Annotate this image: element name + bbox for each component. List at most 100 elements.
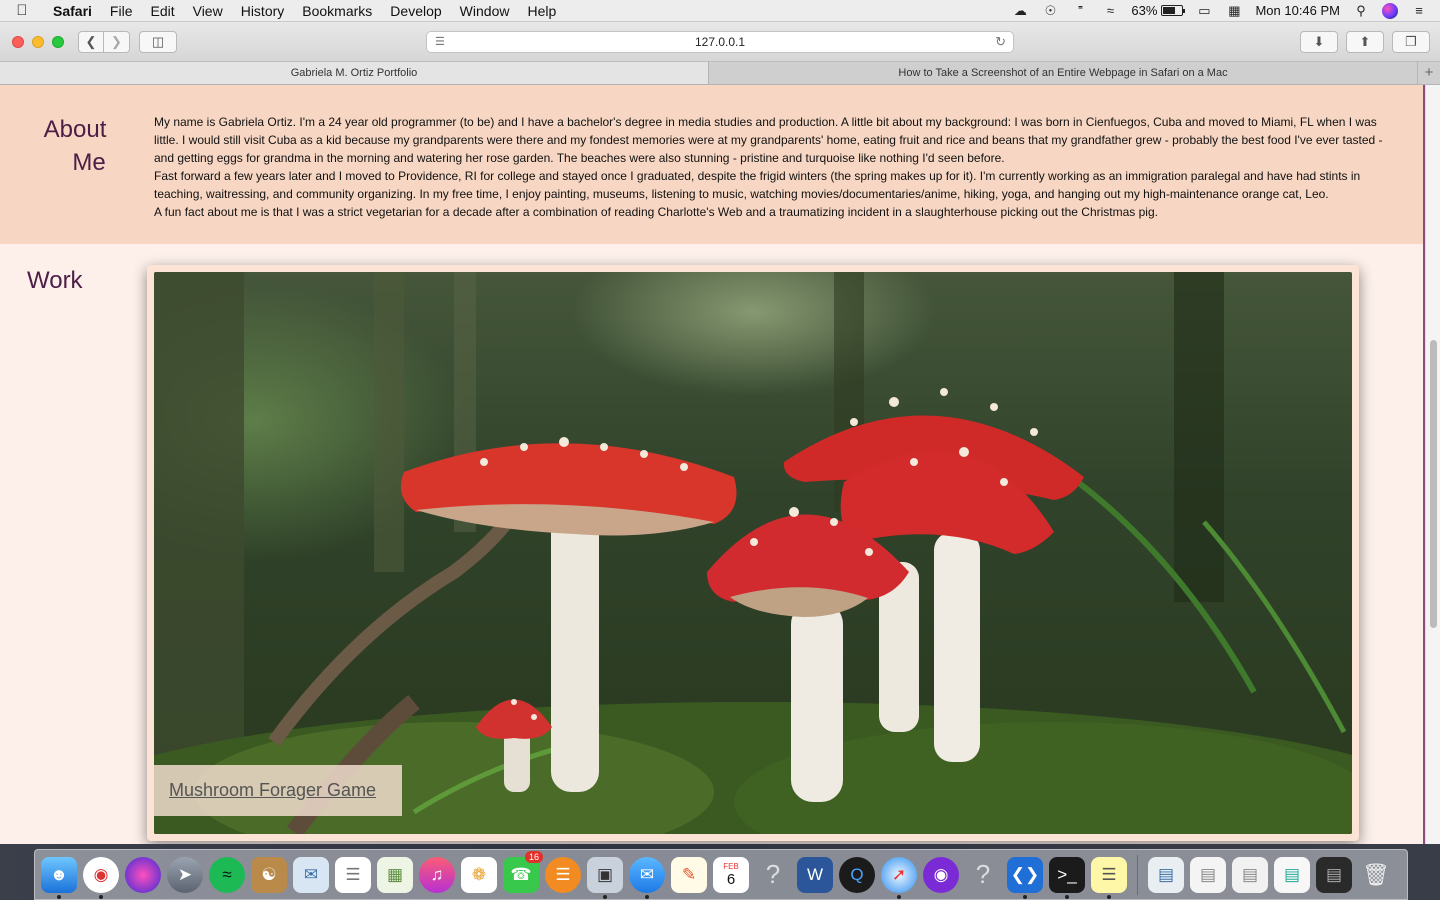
menu-file[interactable]: File <box>101 3 142 19</box>
clock[interactable]: Mon 10:46 PM <box>1255 3 1340 18</box>
vertical-scrollbar[interactable] <box>1425 85 1440 844</box>
calendar-month: FEB <box>723 861 739 871</box>
input-menu-icon[interactable]: ▦ <box>1225 3 1243 18</box>
dock: ☻ ◉ ➤ ≈ ☯ ✉ ☰ ▦ ♫ ❁ ☎ 16 ☰ ▣ ✉ ✎ FEB 6 ? … <box>34 849 1408 900</box>
history-nav: ❮ ❯ <box>78 31 130 53</box>
terminal-icon[interactable]: >_ <box>1049 856 1085 899</box>
mushroom-photo: Mushroom Forager Game <box>154 272 1352 834</box>
wifi-icon[interactable]: ≈ <box>1101 3 1119 18</box>
image-capture-icon[interactable]: ▣ <box>587 856 623 899</box>
battery-icon <box>1161 5 1186 16</box>
reminders-icon[interactable]: ☰ <box>335 856 371 893</box>
about-section: About Me My name is Gabriela Ortiz. I'm … <box>0 85 1423 244</box>
podcasts-icon[interactable]: ◉ <box>923 856 959 893</box>
quicktime-icon[interactable]: Q <box>839 856 875 893</box>
chevron-left-icon: ❮ <box>85 34 97 49</box>
photos-icon[interactable]: ❁ <box>461 856 497 893</box>
facetime-icon[interactable]: ☎ 16 <box>503 850 543 893</box>
messages-icon[interactable]: ✉ <box>629 856 665 899</box>
about-heading-line-1: About <box>43 116 107 143</box>
unknown-app-icon[interactable]: ? <box>755 857 791 893</box>
calendar-day: 6 <box>726 870 736 888</box>
share-button[interactable]: ⬆ <box>1346 31 1384 53</box>
minimize-window-button[interactable] <box>32 36 44 48</box>
menu-bookmarks[interactable]: Bookmarks <box>293 3 381 19</box>
tab-portfolio[interactable]: Gabriela M. Ortiz Portfolio <box>0 62 709 84</box>
url-text: 127.0.0.1 <box>694 35 746 49</box>
battery-indicator[interactable]: 63% <box>1131 3 1186 18</box>
download-icon: ⬇ <box>1313 34 1325 49</box>
vscode-icon[interactable]: ❮❯ <box>1007 856 1043 899</box>
bluetooth-icon[interactable]: ᙾ <box>1071 3 1089 18</box>
menu-edit[interactable]: Edit <box>141 3 183 19</box>
unknown-app-icon-2[interactable]: ? <box>965 857 1001 893</box>
about-heading: About Me <box>25 113 125 179</box>
downloads-stack-icon[interactable]: ▤ <box>1148 856 1184 893</box>
itunes-icon[interactable]: ♫ <box>419 856 455 893</box>
tab-overview-button[interactable]: ❐ <box>1392 31 1430 53</box>
menu-develop[interactable]: Develop <box>381 3 450 19</box>
window-controls <box>12 36 64 48</box>
chrome-icon[interactable]: ◉ <box>83 856 119 899</box>
accessibility-icon[interactable]: ☉ <box>1041 3 1059 18</box>
address-bar[interactable]: ☰ 127.0.0.1 ↻ <box>426 31 1014 53</box>
chevron-right-icon: ❯ <box>111 34 122 49</box>
plus-icon: + <box>1424 64 1434 81</box>
spotify-icon[interactable]: ≈ <box>209 856 245 893</box>
fullscreen-window-button[interactable] <box>52 36 64 48</box>
safari-icon[interactable]: ➚ <box>881 856 917 899</box>
menu-bar:  Safari File Edit View History Bookmark… <box>0 0 1440 22</box>
tab-screenshot-article[interactable]: How to Take a Screenshot of an Entire We… <box>709 62 1418 84</box>
tab-bar: Gabriela M. Ortiz Portfolio How to Take … <box>0 62 1440 85</box>
ibooks-icon[interactable]: ☰ <box>545 856 581 893</box>
finder-icon[interactable]: ☻ <box>41 856 77 899</box>
launchpad-icon[interactable]: ➤ <box>167 856 203 893</box>
apple-menu-icon[interactable]:  <box>0 2 44 19</box>
menu-app-name[interactable]: Safari <box>44 3 101 19</box>
close-window-button[interactable] <box>12 36 24 48</box>
project-link-box: Mushroom Forager Game <box>154 765 402 816</box>
about-paragraph-3: A fun fact about me is that I was a stri… <box>154 205 1158 219</box>
toolbar-actions: ⬇ ⬆ ❐ <box>1300 31 1430 53</box>
terminal-window-thumbnail[interactable]: ▤ <box>1316 856 1352 893</box>
menu-extras: ☁ ☉ ᙾ ≈ 63% ▭ ▦ Mon 10:46 PM ⚲ ≡ <box>1011 2 1440 19</box>
spotlight-search-icon[interactable]: ⚲ <box>1352 3 1370 18</box>
mail-icon[interactable]: ✉ <box>293 856 329 893</box>
menu-help[interactable]: Help <box>518 3 565 19</box>
pages-icon[interactable]: ✎ <box>671 856 707 893</box>
word-icon[interactable]: W <box>797 856 833 893</box>
browser-toolbar: ❮ ❯ ◫ ☰ 127.0.0.1 ↻ ⬇ ⬆ ❐ <box>0 22 1440 62</box>
back-button[interactable]: ❮ <box>78 31 104 53</box>
work-heading: Work <box>27 267 83 294</box>
calendar-icon[interactable]: FEB 6 <box>713 856 749 893</box>
notes-icon[interactable]: ☰ <box>1091 856 1127 899</box>
cloud-icon[interactable]: ☁ <box>1011 3 1029 18</box>
siri-icon[interactable] <box>1382 2 1398 19</box>
trash-icon[interactable]: 🗑 <box>1358 857 1394 893</box>
battery-percent: 63% <box>1131 3 1158 18</box>
scrollbar-thumb[interactable] <box>1430 340 1437 628</box>
airplay-icon[interactable]: ▭ <box>1195 3 1213 18</box>
dock-separator <box>1137 854 1138 895</box>
reload-icon[interactable]: ↻ <box>995 32 1006 52</box>
menu-view[interactable]: View <box>184 3 232 19</box>
chrome-window-thumbnail[interactable]: ▤ <box>1274 856 1310 893</box>
sidebar-toggle-button[interactable]: ◫ <box>139 31 177 53</box>
screenshot-stack-icon[interactable]: ▤ <box>1232 856 1268 893</box>
new-tab-button[interactable]: + <box>1418 62 1440 84</box>
project-card: Mushroom Forager Game <box>147 265 1359 841</box>
siri-dock-icon[interactable] <box>125 856 161 893</box>
about-heading-line-2: Me <box>72 149 106 176</box>
reader-view-icon[interactable]: ☰ <box>435 32 445 52</box>
sidebar-icon: ◫ <box>151 34 165 49</box>
menu-window[interactable]: Window <box>451 3 519 19</box>
notification-center-icon[interactable]: ≡ <box>1410 3 1428 18</box>
preview-icon[interactable]: ▦ <box>377 856 413 893</box>
document-stack-icon[interactable]: ▤ <box>1190 856 1226 893</box>
about-paragraph-1: My name is Gabriela Ortiz. I'm a 24 year… <box>154 115 1383 165</box>
mushroom-game-link[interactable]: Mushroom Forager Game <box>169 780 376 801</box>
forward-button[interactable]: ❯ <box>104 31 130 53</box>
downloads-button[interactable]: ⬇ <box>1300 31 1338 53</box>
contacts-icon[interactable]: ☯ <box>251 856 287 893</box>
menu-history[interactable]: History <box>232 3 294 19</box>
